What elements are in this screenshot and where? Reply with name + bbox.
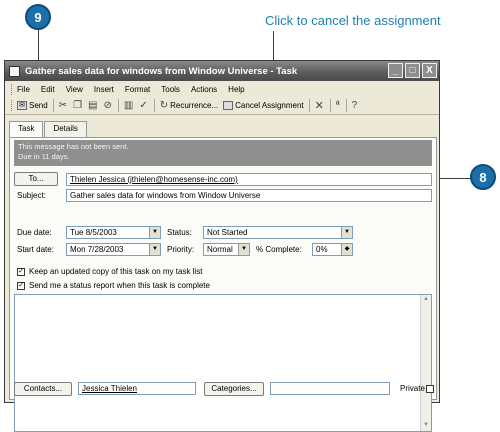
status-value: Not Started	[207, 228, 248, 237]
complete-spinner[interactable]: 0% ◆	[312, 243, 353, 256]
standard-toolbar: ✉ Send ✂ ❐ ▤ ⊘ ▥ ✓ ↻ Recurrence... Cance…	[5, 97, 439, 115]
maximize-button[interactable]: □	[405, 63, 420, 78]
due-date-value: Tue 8/5/2003	[70, 228, 117, 237]
spelling-icon[interactable]: ª	[336, 100, 340, 111]
task-window: Gather sales data for windows from Windo…	[4, 60, 440, 432]
info-bar: This message has not been sent. Due in 1…	[14, 140, 432, 166]
start-date-label: Start date:	[17, 245, 54, 254]
cancel-assignment-icon	[223, 101, 234, 110]
chevron-down-icon[interactable]: ▼	[149, 244, 160, 255]
menu-format[interactable]: Format	[125, 85, 150, 94]
delete-icon[interactable]: ✕	[315, 99, 324, 112]
task-icon	[9, 65, 20, 77]
address-book-icon[interactable]: ▥	[124, 100, 133, 111]
chevron-down-icon[interactable]: ▼	[341, 227, 352, 238]
cut-icon[interactable]: ✂	[59, 100, 67, 111]
status-dropdown[interactable]: Not Started ▼	[203, 226, 353, 239]
status-report-checkbox[interactable]: ✓	[17, 282, 25, 290]
keep-copy-checkbox[interactable]: ✓	[17, 268, 25, 276]
keep-copy-label: Keep an updated copy of this task on my …	[29, 267, 203, 276]
step-8-badge: 8	[470, 164, 496, 190]
contacts-field[interactable]: Jessica Thielen	[78, 382, 196, 395]
due-date-field[interactable]: Tue 8/5/2003 ▼	[66, 226, 161, 239]
toolbar-grip	[11, 100, 14, 111]
priority-dropdown[interactable]: Normal ▼	[203, 243, 250, 256]
spinner-arrows-icon[interactable]: ◆	[341, 244, 352, 255]
close-button[interactable]: X	[422, 63, 437, 78]
send-label: Send	[29, 101, 48, 110]
to-recipient: Thielen Jessica (jthielen@homesense-inc.…	[70, 175, 238, 184]
tab-details[interactable]: Details	[44, 121, 87, 137]
menu-edit[interactable]: Edit	[41, 85, 55, 94]
start-date-value: Mon 7/28/2003	[70, 245, 124, 254]
toolbar-separator	[308, 99, 310, 112]
scroll-up-icon[interactable]: ▲	[422, 296, 430, 304]
menu-view[interactable]: View	[66, 85, 83, 94]
recurrence-label: Recurrence...	[170, 101, 219, 110]
start-date-field[interactable]: Mon 7/28/2003 ▼	[66, 243, 161, 256]
subject-field[interactable]: Gather sales data for windows from Windo…	[66, 189, 432, 202]
toolbar-separator	[329, 99, 331, 112]
categories-button[interactable]: Categories...	[204, 382, 264, 396]
menu-grip	[11, 84, 14, 95]
priority-label: Priority:	[167, 245, 195, 254]
menu-insert[interactable]: Insert	[94, 85, 114, 94]
recurrence-button[interactable]: ↻ Recurrence...	[160, 100, 218, 111]
categories-field[interactable]	[270, 382, 390, 395]
minimize-button[interactable]: _	[388, 63, 403, 78]
help-icon[interactable]: ?	[352, 100, 358, 111]
contacts-value: Jessica Thielen	[82, 384, 137, 393]
menu-file[interactable]: File	[17, 85, 30, 94]
notes-scrollbar[interactable]: ▲ ▼	[420, 295, 431, 431]
info-line-due: Due in 11 days.	[18, 152, 70, 161]
toolbar-separator	[345, 99, 347, 112]
complete-value: 0%	[316, 245, 328, 254]
contacts-button[interactable]: Contacts...	[14, 382, 72, 396]
task-panel: This message has not been sent. Due in 1…	[9, 137, 437, 432]
chevron-down-icon[interactable]: ▼	[238, 244, 249, 255]
tab-task[interactable]: Task	[9, 121, 44, 138]
private-checkbox[interactable]	[426, 385, 434, 393]
recurrence-icon: ↻	[159, 100, 169, 111]
toolbar-separator	[52, 99, 54, 112]
scroll-down-icon[interactable]: ▼	[422, 422, 430, 430]
send-button[interactable]: ✉ Send	[17, 101, 48, 110]
attach-icon[interactable]: ⊘	[104, 100, 112, 111]
copy-icon[interactable]: ❐	[73, 100, 82, 111]
toolbar-separator	[117, 99, 119, 112]
title-bar: Gather sales data for windows from Windo…	[5, 61, 439, 81]
check-names-icon[interactable]: ✓	[139, 100, 147, 111]
menu-actions[interactable]: Actions	[191, 85, 217, 94]
tab-strip: Task Details	[9, 121, 88, 138]
status-report-label: Send me a status report when this task i…	[29, 281, 210, 290]
private-label: Private	[400, 384, 425, 393]
notes-area[interactable]: ▲ ▼	[14, 294, 432, 432]
status-label: Status:	[167, 228, 192, 237]
window-title: Gather sales data for windows from Windo…	[25, 65, 298, 77]
menu-tools[interactable]: Tools	[161, 85, 180, 94]
to-field[interactable]: Thielen Jessica (jthielen@homesense-inc.…	[66, 173, 432, 186]
step-9-badge: 9	[25, 4, 51, 30]
envelope-icon: ✉	[17, 101, 27, 110]
cancel-assignment-button[interactable]: Cancel Assignment	[223, 101, 304, 110]
chevron-down-icon[interactable]: ▼	[149, 227, 160, 238]
toolbar-separator	[153, 99, 155, 112]
cancel-assignment-callout: Click to cancel the assignment	[265, 13, 441, 28]
menu-bar: File Edit View Insert Format Tools Actio…	[5, 82, 439, 97]
paste-icon[interactable]: ▤	[88, 100, 97, 111]
subject-label: Subject:	[17, 191, 46, 200]
info-line-not-sent: This message has not been sent.	[18, 142, 129, 151]
priority-value: Normal	[207, 245, 233, 254]
menu-help[interactable]: Help	[228, 85, 244, 94]
complete-label: % Complete:	[256, 245, 302, 254]
due-date-label: Due date:	[17, 228, 52, 237]
to-button[interactable]: To...	[14, 172, 58, 186]
cancel-assignment-label: Cancel Assignment	[235, 101, 304, 110]
